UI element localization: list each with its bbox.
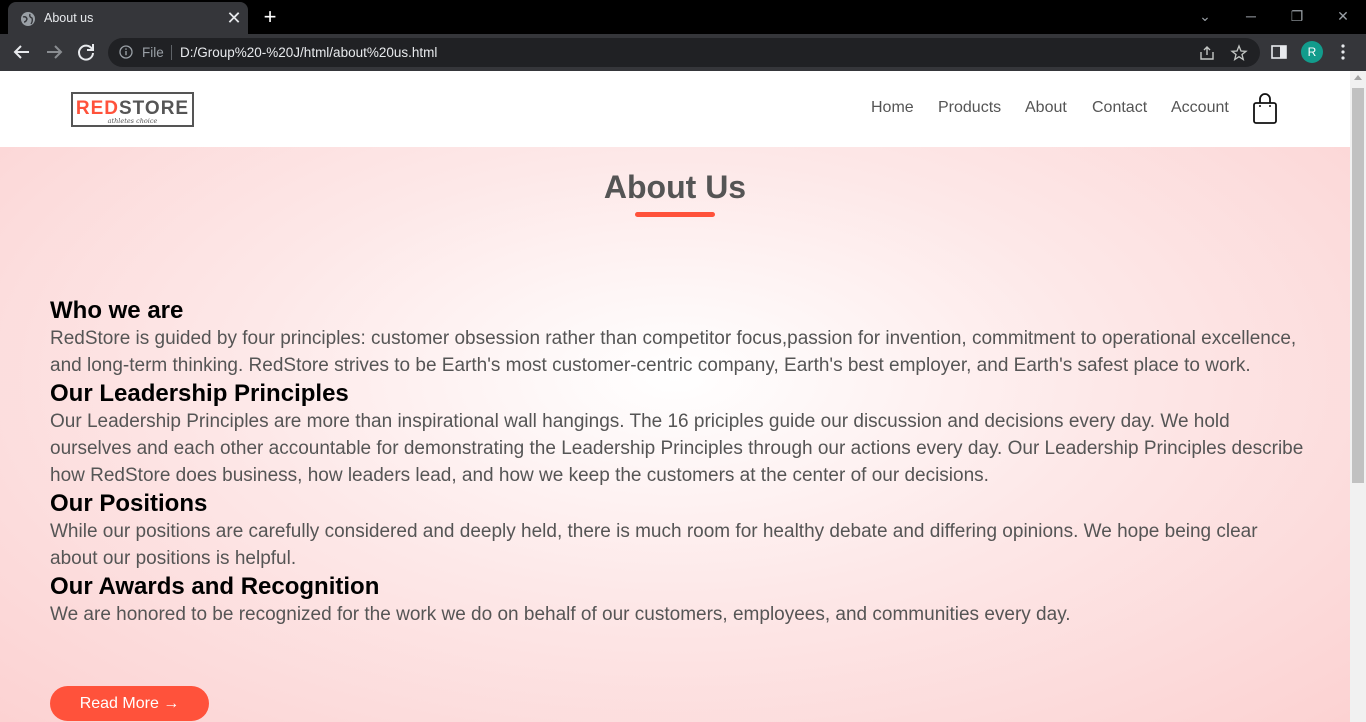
profile-avatar[interactable]: R	[1301, 41, 1323, 63]
web-page: REDSTORE athletes choice Home Products A…	[0, 71, 1350, 722]
bookmark-star-icon[interactable]	[1230, 44, 1248, 62]
tab-search-icon[interactable]: ⌄	[1192, 4, 1218, 28]
divider	[171, 45, 172, 60]
about-content: Who we are RedStore is guided by four pr…	[50, 296, 1305, 628]
page-viewport: REDSTORE athletes choice Home Products A…	[0, 71, 1366, 722]
section-text-positions: While our positions are carefully consid…	[50, 521, 1258, 569]
about-section: About Us Who we are RedStore is guided b…	[0, 147, 1350, 722]
side-panel-icon[interactable]	[1269, 42, 1289, 62]
reload-icon[interactable]	[74, 40, 98, 64]
info-icon[interactable]	[119, 45, 133, 59]
logo-red-part: RED	[75, 98, 119, 119]
globe-icon	[21, 12, 35, 26]
nav-products[interactable]: Products	[938, 99, 1001, 117]
nav-account[interactable]: Account	[1171, 99, 1229, 117]
section-heading-who-we-are: Who we are	[50, 297, 184, 324]
close-tab-icon[interactable]: ✕	[224, 8, 244, 28]
redstore-logo[interactable]: REDSTORE athletes choice	[71, 92, 194, 127]
nav-contact[interactable]: Contact	[1092, 99, 1147, 117]
browser-tab[interactable]: About us ✕	[8, 2, 248, 34]
minimize-button[interactable]: ─	[1238, 4, 1264, 28]
nav-about[interactable]: About	[1025, 99, 1067, 117]
browser-tab-strip: About us ✕ + ⌄ ─ ❐ ✕	[0, 0, 1366, 34]
forward-icon[interactable]	[42, 40, 66, 64]
close-window-button[interactable]: ✕	[1330, 4, 1356, 28]
section-text-leadership: Our Leadership Principles are more than …	[50, 411, 1304, 486]
page-scrollbar[interactable]	[1350, 71, 1366, 722]
scroll-up-arrow-icon[interactable]	[1354, 75, 1362, 80]
scrollbar-thumb[interactable]	[1352, 88, 1364, 483]
tab-title: About us	[44, 11, 94, 25]
page-title: About Us	[603, 169, 747, 205]
share-icon[interactable]	[1198, 44, 1216, 62]
new-tab-button[interactable]: +	[258, 5, 282, 29]
section-text-who-we-are: RedStore is guided by four principles: c…	[50, 328, 1297, 376]
title-underline	[635, 212, 715, 217]
site-header: REDSTORE athletes choice Home Products A…	[0, 71, 1350, 147]
section-heading-leadership: Our Leadership Principles	[50, 380, 349, 407]
logo-tagline: athletes choice	[107, 117, 158, 125]
nav-home[interactable]: Home	[871, 99, 914, 117]
logo-store-part: STORE	[119, 98, 190, 119]
section-heading-positions: Our Positions	[50, 490, 208, 517]
back-icon[interactable]	[10, 40, 34, 64]
section-text-awards: We are honored to be recognized for the …	[50, 604, 1071, 625]
read-more-button[interactable]: Read More →	[50, 686, 209, 721]
shopping-bag-icon[interactable]	[1252, 93, 1278, 125]
restore-button[interactable]: ❐	[1284, 4, 1310, 28]
section-heading-awards: Our Awards and Recognition	[50, 573, 380, 600]
url-scheme-label: File	[142, 45, 164, 60]
url-text[interactable]: D:/Group%20-%20J/html/about%20us.html	[180, 45, 437, 60]
address-bar[interactable]: File D:/Group%20-%20J/html/about%20us.ht…	[108, 38, 1260, 67]
kebab-menu-icon[interactable]	[1333, 42, 1353, 62]
browser-toolbar: File D:/Group%20-%20J/html/about%20us.ht…	[0, 34, 1366, 71]
